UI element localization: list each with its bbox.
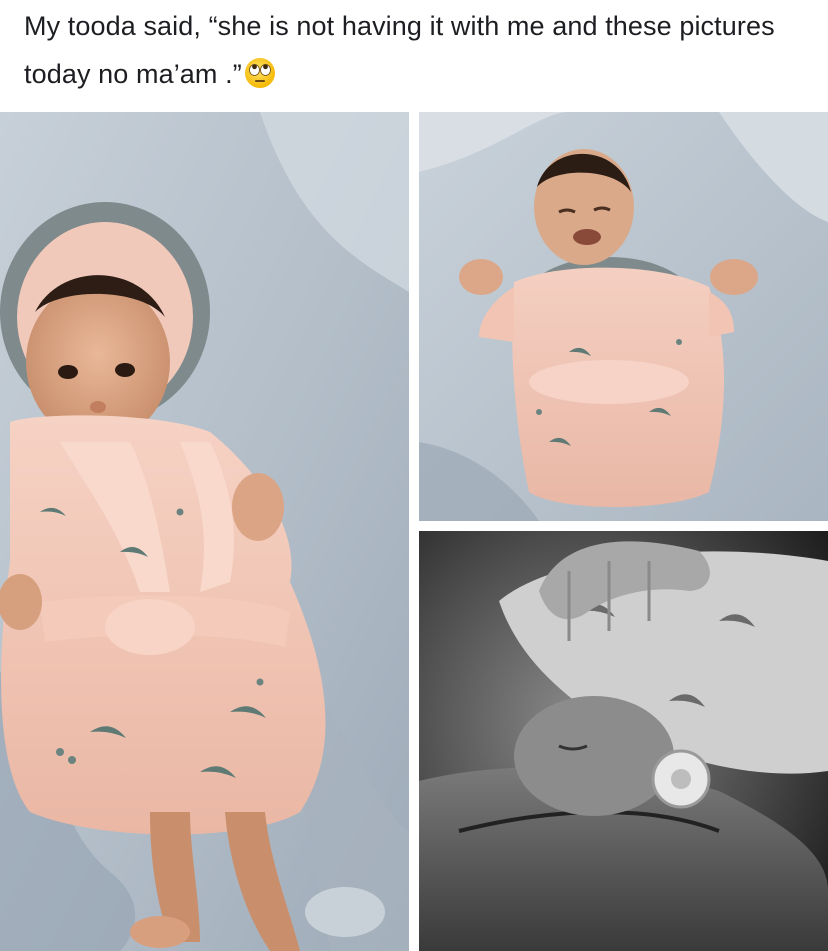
post-caption: My tooda said, “she is not having it wit…: [24, 11, 775, 89]
newborn-photo-black-white-image: [419, 531, 828, 951]
baby-photo-robe-hood-image: [0, 112, 409, 951]
newborn-photo-black-white[interactable]: [419, 531, 828, 951]
baby-photo-robe-hood[interactable]: [0, 112, 409, 951]
baby-photo-crying[interactable]: [419, 112, 828, 521]
baby-photo-crying-image: [419, 112, 828, 521]
post-caption-container: My tooda said, “she is not having it wit…: [24, 2, 814, 104]
eye-roll-emoji-icon: [244, 56, 276, 104]
